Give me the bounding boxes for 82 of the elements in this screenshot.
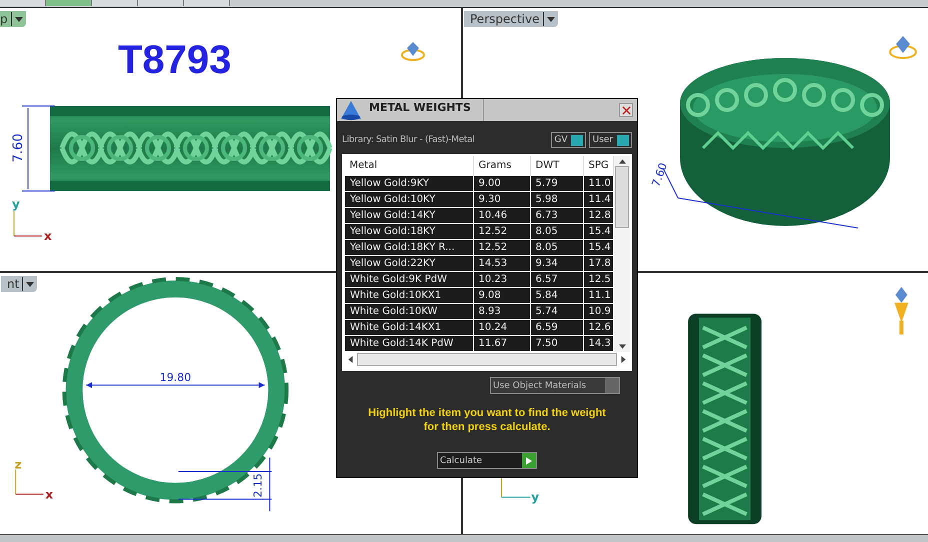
table-cell: 12.6	[583, 320, 614, 336]
table-cell: 9.30	[473, 192, 530, 208]
column-header[interactable]: DWT	[530, 156, 583, 176]
dropdown-icon[interactable]	[546, 16, 554, 22]
table-cell: 15.4	[583, 240, 614, 256]
table-cell: White Gold:10KX1	[344, 288, 473, 304]
table-cell: 5.84	[530, 288, 583, 304]
column-header[interactable]: Grams	[473, 156, 530, 176]
scroll-right-icon[interactable]	[621, 356, 626, 362]
table-cell: White Gold:10KW	[344, 304, 473, 320]
scroll-left-icon[interactable]	[348, 356, 353, 362]
table-cell: White Gold:9K PdW	[344, 272, 473, 288]
calculate-button[interactable]: Calculate	[437, 452, 537, 469]
table-cell: 12.5	[583, 272, 614, 288]
dimension-label: 7.60	[11, 134, 26, 162]
axis-label: x	[45, 487, 54, 502]
table-cell: 14.3	[583, 336, 614, 352]
axis-label: y	[531, 490, 540, 504]
table-cell: 6.73	[530, 208, 583, 224]
play-icon	[522, 453, 536, 468]
table-cell: 8.05	[530, 224, 583, 240]
model-code: T8793	[118, 38, 232, 83]
table-cell: 8.93	[473, 304, 530, 320]
table-cell: Yellow Gold:10KY	[344, 192, 473, 208]
use-object-materials-toggle[interactable]: Use Object Materials	[490, 377, 620, 394]
scroll-down-icon[interactable]	[618, 344, 626, 349]
table-cell: 12.8	[583, 208, 614, 224]
ring-icon	[894, 286, 908, 335]
viewport-tab[interactable]	[184, 0, 230, 6]
table-cell: 11.0	[583, 176, 614, 192]
scroll-up-icon[interactable]	[618, 159, 626, 164]
table-cell: 11.4	[583, 192, 614, 208]
table-cell: White Gold:14K PdW	[344, 336, 473, 352]
column-header[interactable]: SPG	[583, 156, 614, 176]
table-cell: 9.00	[473, 176, 530, 192]
dropdown-icon[interactable]	[14, 16, 23, 22]
table-cell: 17.8	[583, 256, 614, 272]
dropdown-icon[interactable]	[26, 282, 34, 286]
close-button[interactable]	[619, 103, 633, 117]
table-cell: Yellow Gold:18KY R...	[344, 240, 473, 256]
table-cell: 9.34	[530, 256, 583, 272]
table-cell: 15.4	[583, 224, 614, 240]
axis-gizmo	[14, 210, 42, 236]
ring-icon	[401, 42, 425, 61]
table-cell: 8.05	[530, 240, 583, 256]
table-cell: 6.59	[530, 320, 583, 336]
table-cell: White Gold:14KX1	[344, 320, 473, 336]
vertical-scrollbar[interactable]	[614, 156, 630, 352]
table-cell: 10.46	[473, 208, 530, 224]
table-cell: 5.74	[530, 304, 583, 320]
scale-icon	[339, 99, 363, 121]
table-cell: Yellow Gold:9KY	[344, 176, 473, 192]
table-cell: Yellow Gold:22KY	[344, 256, 473, 272]
table-cell: 12.52	[473, 224, 530, 240]
table-cell: 5.79	[530, 176, 583, 192]
table-cell: Yellow Gold:14KY	[344, 208, 473, 224]
table-cell: 11.67	[473, 336, 530, 352]
ring-icon	[889, 36, 917, 59]
table-cell: 10.23	[473, 272, 530, 288]
toggle-button[interactable]: User	[589, 132, 632, 148]
table-cell: 5.98	[530, 192, 583, 208]
dimension-label: 2.15	[252, 473, 265, 498]
table-cell: 12.52	[473, 240, 530, 256]
viewport-tab[interactable]	[92, 0, 138, 6]
table-cell: 10.24	[473, 320, 530, 336]
dialog-title: METAL WEIGHTS	[363, 99, 484, 121]
table-cell: 9.08	[473, 288, 530, 304]
axis-label: z	[14, 458, 22, 472]
table-cell: 14.53	[473, 256, 530, 272]
table-cell: 10.9	[583, 304, 614, 320]
axis-gizmo	[15, 469, 44, 495]
table-cell: 7.50	[530, 336, 583, 352]
dimension-label: 7.60	[649, 161, 670, 189]
table-cell: 11.1	[583, 288, 614, 304]
dimension-label: 19.80	[160, 371, 192, 384]
axis-label: y	[12, 197, 20, 211]
toggle-button[interactable]: GV	[551, 132, 586, 148]
table-cell: 6.57	[530, 272, 583, 288]
viewport-tab[interactable]	[0, 0, 46, 6]
axis-label: x	[44, 229, 52, 243]
viewport-tab[interactable]	[138, 0, 184, 6]
table-cell: Yellow Gold:18KY	[344, 224, 473, 240]
